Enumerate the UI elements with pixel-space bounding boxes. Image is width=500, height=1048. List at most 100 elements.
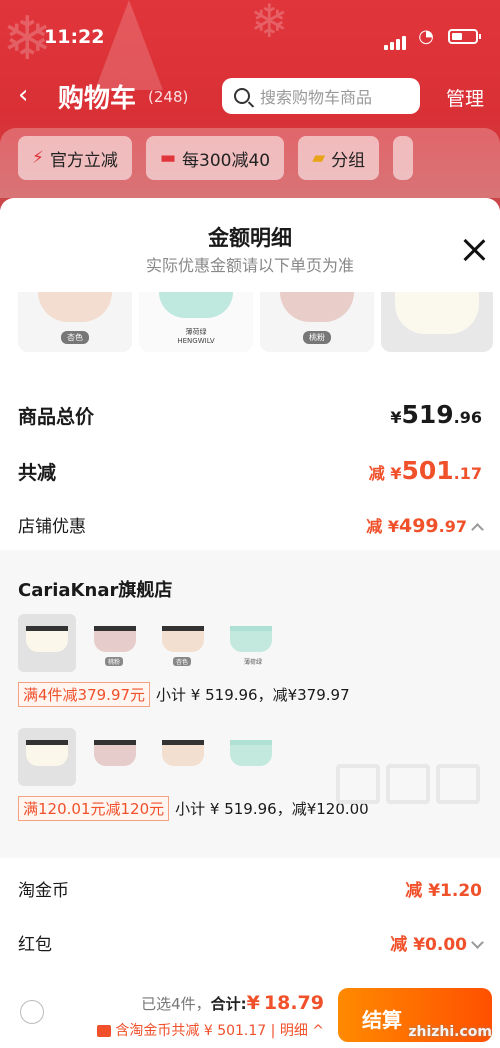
shop-name: CariaKnar旗舰店 bbox=[18, 580, 173, 601]
amount-detail-sheet: 金额明细 实际优惠金额请以下单页为准 杏色 薄荷绿 HENGWILV 桃粉 商品… bbox=[0, 198, 500, 1048]
discount-group: 桃粉 杏色 薄荷绿 满4件减379.97元 小计 ¥ 519.96，减¥379.… bbox=[18, 614, 350, 707]
item-thumb bbox=[18, 728, 76, 786]
item-thumb bbox=[18, 614, 76, 672]
product-thumb[interactable]: 杏色 bbox=[18, 292, 132, 352]
underwear-image bbox=[38, 292, 112, 322]
coin-row: 淘金币 减 ¥1.20 bbox=[18, 876, 482, 901]
selected-count: 已选4件， bbox=[141, 995, 211, 1013]
red-packet-value: 减 ¥0.00 bbox=[390, 930, 484, 955]
underwear-image bbox=[162, 626, 204, 652]
underwear-image bbox=[94, 740, 136, 766]
price-decimal: .17 bbox=[453, 464, 482, 483]
sheet-title: 金额明细 bbox=[208, 226, 292, 250]
manage-button[interactable]: 管理 bbox=[446, 84, 484, 111]
cart-header: ❄ ❄ 11:22 ◔ ‹ 购物车 (248) 搜索购物车商品 管理 ⚡ 官方立… bbox=[0, 0, 500, 210]
total-price-label: 商品总价 bbox=[18, 406, 95, 428]
cart-count: (248) bbox=[148, 88, 189, 106]
search-icon bbox=[234, 88, 250, 104]
price-decimal: .97 bbox=[438, 517, 467, 536]
red-packet-row[interactable]: 红包 减 ¥0.00 bbox=[18, 930, 484, 955]
total-discount-row: 共减 减 ¥501.17 bbox=[18, 456, 482, 485]
chip-official-discount[interactable]: ⚡ 官方立减 bbox=[18, 136, 132, 180]
checkout-label: 结算 bbox=[362, 1008, 402, 1032]
underwear-image bbox=[230, 626, 272, 652]
item-thumb bbox=[86, 728, 144, 786]
status-bar: 11:22 ◔ bbox=[44, 26, 481, 52]
total-amount: 18.79 bbox=[263, 992, 324, 1014]
group-promo: 满120.01元减120元 小计 ¥ 519.96，减¥120.00 bbox=[18, 796, 369, 821]
underwear-image bbox=[26, 740, 68, 766]
signal-icon bbox=[384, 31, 408, 50]
underwear-image bbox=[26, 626, 68, 652]
item-thumb: 桃粉 bbox=[86, 614, 144, 672]
underwear-image bbox=[94, 626, 136, 652]
store-discount-detail: CariaKnar旗舰店 桃粉 杏色 薄荷绿 满4件减379.97元 小计 ¥ … bbox=[0, 550, 500, 858]
discount-group: 满120.01元减120元 小计 ¥ 519.96，减¥120.00 bbox=[18, 728, 369, 821]
sheet-subtitle: 实际优惠金额请以下单页为准 bbox=[145, 256, 354, 275]
item-thumb bbox=[154, 728, 212, 786]
underwear-image bbox=[159, 292, 233, 318]
filter-chips: ⚡ 官方立减 ▬ 每300减40 ▰ 分组 bbox=[0, 128, 500, 198]
chip-label: 分组 bbox=[331, 150, 366, 171]
chevron-down-icon bbox=[471, 936, 484, 949]
item-thumb bbox=[222, 728, 280, 786]
battery-icon bbox=[448, 29, 481, 44]
discount-prefix: 减 ¥ bbox=[366, 517, 399, 536]
store-discount-value: 减 ¥499.97 bbox=[366, 513, 484, 537]
item-tag: 薄荷绿 bbox=[244, 659, 263, 666]
close-icon[interactable] bbox=[462, 238, 486, 262]
underwear-image bbox=[280, 292, 354, 322]
chip-group[interactable]: ▰ 分组 bbox=[298, 136, 380, 180]
store-discount-row[interactable]: 店铺优惠 减 ¥499.97 bbox=[18, 512, 484, 537]
promo-tag: 满4件减379.97元 bbox=[18, 682, 151, 707]
group-items: 桃粉 杏色 薄荷绿 bbox=[18, 614, 350, 672]
detail-text: 含淘金币共减 ¥ 501.17 | 明细 ^ bbox=[115, 1023, 324, 1039]
thumb-tag: 杏色 bbox=[61, 331, 89, 344]
coin-label: 淘金币 bbox=[18, 881, 69, 901]
product-thumb[interactable]: 桃粉 bbox=[260, 292, 374, 352]
group-items bbox=[18, 728, 369, 786]
lightning-icon: ⚡ bbox=[32, 148, 44, 168]
wifi-icon: ◔ bbox=[418, 26, 434, 47]
watermark-text: zhizhi.com bbox=[408, 1024, 492, 1040]
item-thumb: 薄荷绿 bbox=[222, 614, 280, 672]
total-discount-value: 减 ¥501.17 bbox=[369, 456, 482, 485]
group-promo: 满4件减379.97元 小计 ¥ 519.96，减¥379.97 bbox=[18, 682, 350, 707]
discount-prefix: 减 ¥ bbox=[368, 464, 402, 483]
search-placeholder: 搜索购物车商品 bbox=[260, 88, 373, 107]
watermark-logo bbox=[336, 764, 486, 808]
underwear-image bbox=[162, 740, 204, 766]
coin-icon bbox=[97, 1025, 112, 1037]
thumb-tag: 薄荷绿 HENGWILV bbox=[177, 328, 215, 345]
underwear-image bbox=[395, 292, 479, 334]
discount-detail-link[interactable]: 含淘金币共减 ¥ 501.17 | 明细 ^ bbox=[97, 1020, 324, 1040]
coin-value: 减 ¥1.20 bbox=[405, 881, 482, 901]
item-thumb: 杏色 bbox=[154, 614, 212, 672]
underwear-image bbox=[230, 740, 272, 766]
thumb-tag: 桃粉 bbox=[303, 331, 331, 344]
search-input[interactable]: 搜索购物车商品 bbox=[222, 78, 420, 114]
promo-subtotal: 小计 ¥ 519.96，减¥379.97 bbox=[156, 686, 350, 704]
status-time: 11:22 bbox=[44, 26, 105, 48]
select-all-radio[interactable] bbox=[20, 1000, 44, 1024]
price-integer: 499 bbox=[398, 515, 439, 537]
chip-more[interactable] bbox=[393, 136, 414, 180]
total-discount-label: 共减 bbox=[18, 462, 57, 484]
price-integer: 519 bbox=[401, 400, 454, 429]
total-label: 合计: bbox=[210, 995, 247, 1013]
folder-icon: ▰ bbox=[312, 148, 326, 168]
red-packet-label: 红包 bbox=[18, 935, 52, 955]
nav-bar: ‹ 购物车 (248) 搜索购物车商品 管理 bbox=[0, 76, 500, 120]
chip-label: 每300减40 bbox=[182, 150, 271, 171]
red-packet-amount: 减 ¥0.00 bbox=[390, 935, 467, 955]
chip-per-300-off-40[interactable]: ▬ 每300减40 bbox=[145, 136, 285, 180]
product-thumb[interactable]: 薄荷绿 HENGWILV bbox=[139, 292, 253, 352]
chip-label: 官方立减 bbox=[49, 150, 118, 171]
item-tag: 杏色 bbox=[173, 657, 192, 666]
total-price-value: ¥519.96 bbox=[390, 400, 482, 429]
selected-summary: 已选4件，合计:¥ 18.79 bbox=[141, 992, 324, 1014]
back-icon[interactable]: ‹ bbox=[18, 80, 28, 110]
price-integer: 501 bbox=[401, 456, 454, 485]
product-thumb[interactable] bbox=[381, 292, 493, 352]
currency-symbol: ¥ bbox=[246, 992, 260, 1014]
